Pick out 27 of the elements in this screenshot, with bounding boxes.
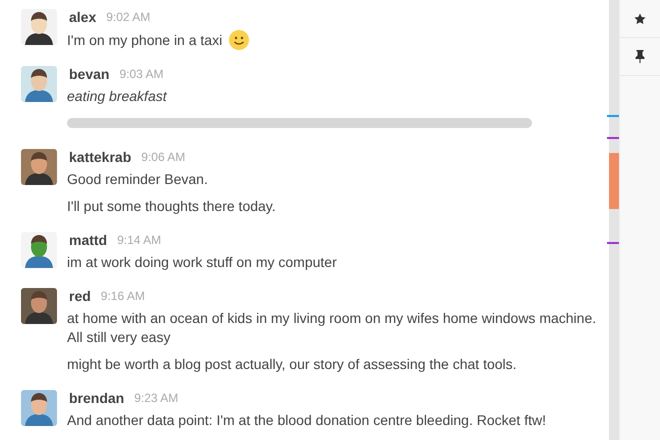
timestamp: 9:06 AM (141, 150, 186, 164)
username[interactable]: mattd (69, 232, 108, 248)
message-text: eating breakfast (67, 87, 167, 106)
username[interactable]: brendan (69, 390, 124, 406)
message-text: might be worth a blog post actually, our story of assessing the chat tools. (67, 355, 517, 374)
scroll-marker (607, 115, 620, 117)
message-text: im at work doing work stuff on my computer (67, 253, 337, 272)
scrollbar-thumb[interactable] (609, 153, 620, 209)
timestamp: 9:16 AM (100, 289, 145, 303)
scroll-marker (607, 242, 620, 244)
scroll-marker (607, 137, 620, 139)
timestamp: 9:02 AM (106, 10, 150, 24)
timestamp: 9:14 AM (117, 233, 162, 247)
message-text: I'm on my phone in a taxi (67, 30, 222, 50)
username[interactable]: red (69, 288, 91, 304)
timestamp: 9:23 AM (134, 391, 178, 405)
message-text: Good reminder Bevan. (67, 170, 208, 189)
message-text: And another data point: I'm at the blood donation centre bleeding. Rocket ftw! (67, 411, 546, 430)
timestamp: 9:03 AM (119, 67, 164, 81)
scrollbar[interactable] (609, 0, 620, 440)
pin-icon (635, 50, 646, 63)
username[interactable]: alex (69, 9, 96, 25)
star-icon (634, 12, 646, 24)
message-text: I'll put some thoughts there today. (67, 197, 276, 216)
username[interactable]: bevan (69, 66, 110, 82)
message-text: at home with an ocean of kids in my living room on my wifes home windows machine. All still very easy (67, 309, 596, 347)
username[interactable]: kattekrab (69, 149, 132, 165)
